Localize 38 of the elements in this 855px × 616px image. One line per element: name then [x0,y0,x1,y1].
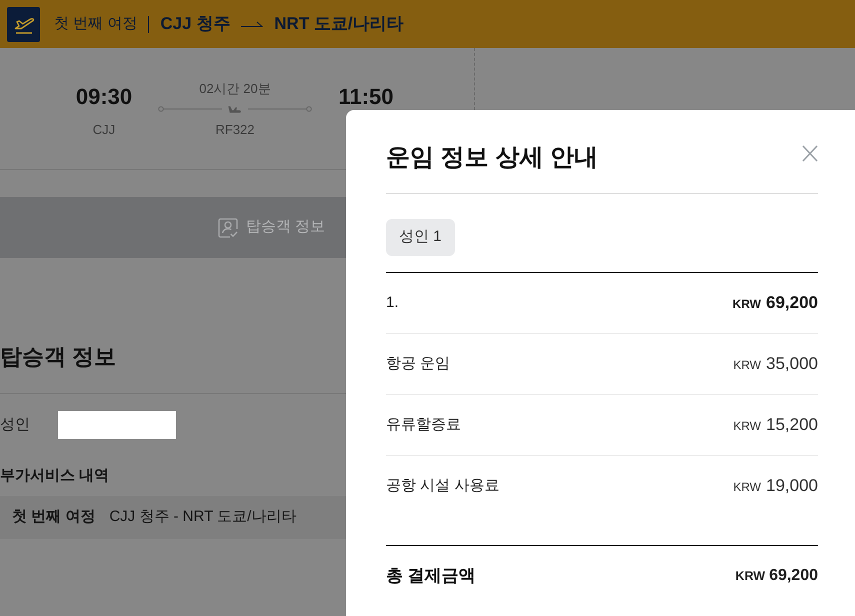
services-heading: 부가서비스 내역 [0,467,110,484]
currency-code: KRW [733,357,761,374]
passenger-type: 성인 [0,415,31,435]
total-label: 총 결제금액 [386,565,476,588]
close-button[interactable] [802,145,818,162]
modal-title: 운임 정보 상세 안내 [386,143,598,173]
currency-code: KRW [735,568,766,585]
trip-label: 첫 번째 여정 [54,14,138,34]
trip-label: 첫 번째 여정 [12,507,96,528]
route-text: CJJ 청주 - NRT 도쿄/나리타 [109,507,296,528]
origin-city: CJJ 청주 [160,13,230,35]
close-icon [802,145,818,162]
takeoff-icon [7,6,40,42]
section-heading: 탑승객 정보 [0,343,116,371]
arrival-time: 11:50 [338,86,394,108]
person-check-icon [218,218,238,238]
flight-number: RF322 [215,121,255,139]
fare-label: 유류할증료 [386,414,461,435]
fare-label: 1. [386,292,399,313]
fare-amount: 15,200 [766,414,818,436]
flight-duration: 02시간 20분 [199,80,271,98]
currency-code: KRW [733,418,761,436]
fare-amount: 35,000 [766,353,818,376]
currency-code: KRW [732,296,761,314]
departure-time: 09:30 [76,86,132,108]
fare-amount: 69,200 [766,292,818,314]
fare-label: 공항 시설 사용료 [386,476,500,496]
currency-code: KRW [733,479,761,496]
route-line [248,106,312,112]
plane-icon [228,106,242,112]
departure-airport: CJJ [92,121,116,139]
total-amount: 69,200 [769,566,818,586]
bar-label: 탑승객 정보 [246,217,326,238]
passenger-chip: 성인 1 [386,219,455,256]
destination-city: NRT 도쿄/나리타 [274,13,404,35]
route-line [158,106,222,112]
fare-label: 항공 운임 [386,354,450,374]
fare-amount: 19,000 [766,475,818,498]
